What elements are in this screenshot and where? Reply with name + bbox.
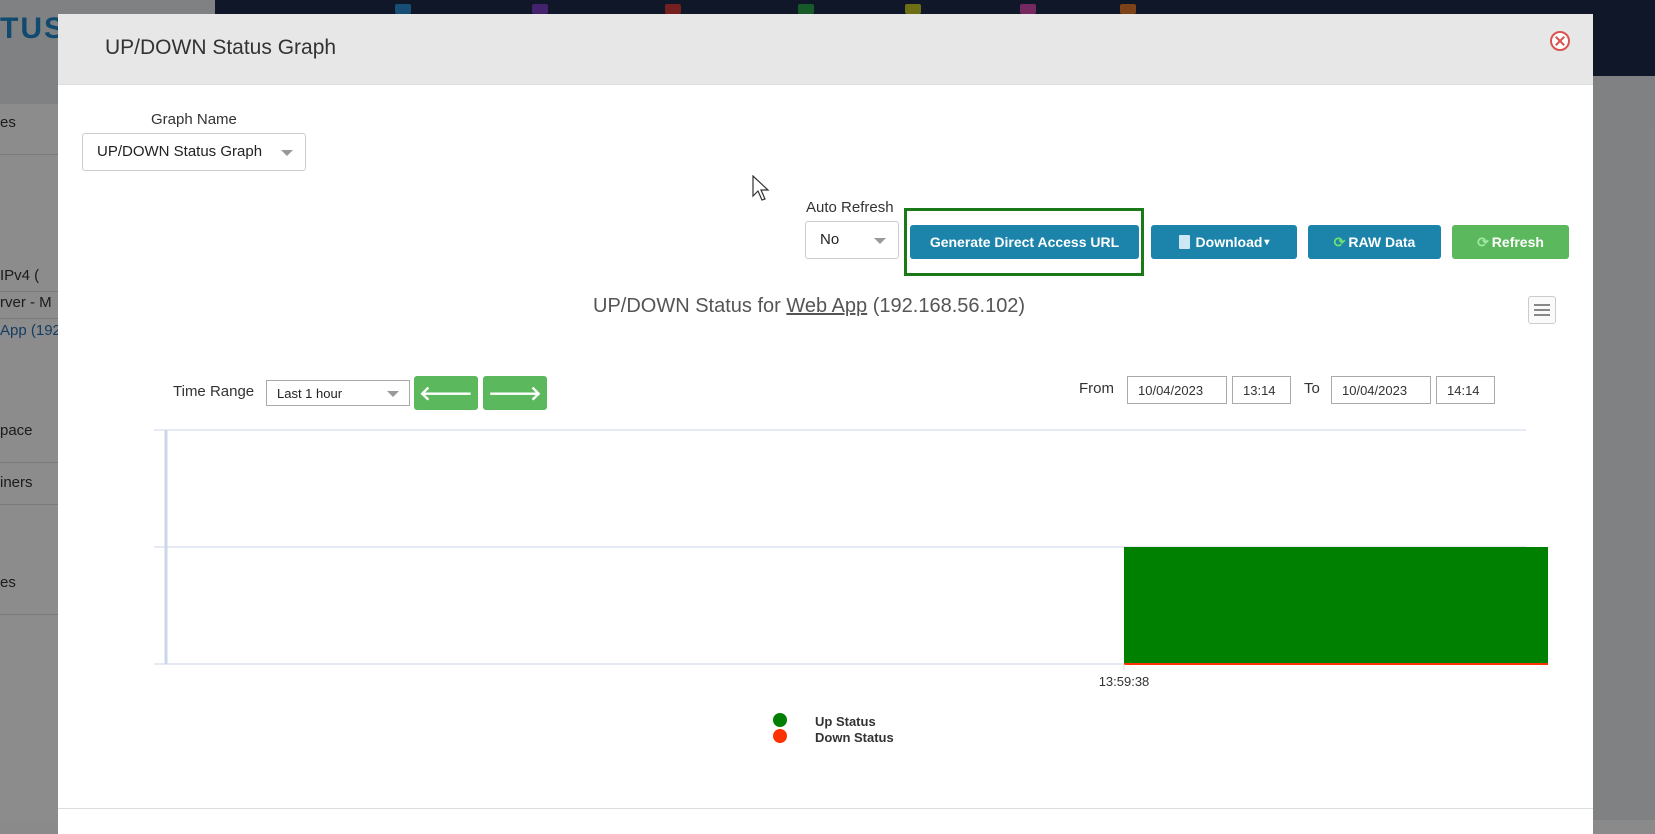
previous-range-button[interactable]: 🡐 bbox=[414, 376, 478, 410]
mouse-cursor-icon bbox=[752, 175, 772, 203]
time-range-label: Time Range bbox=[173, 383, 254, 400]
caret-down-icon: ▾ bbox=[1264, 237, 1269, 248]
modal-title: UP/DOWN Status Graph bbox=[105, 36, 336, 60]
to-date-input[interactable]: 10/04/2023 bbox=[1331, 376, 1431, 404]
close-icon[interactable] bbox=[1550, 31, 1570, 51]
modal-footer-divider bbox=[58, 808, 1593, 809]
chevron-down-icon bbox=[281, 150, 293, 156]
to-label: To bbox=[1304, 380, 1320, 397]
arrow-right-icon: 🡒 bbox=[488, 381, 542, 406]
chart-title-prefix: UP/DOWN Status for bbox=[593, 295, 781, 317]
auto-refresh-value: No bbox=[820, 231, 839, 248]
download-label: Download bbox=[1196, 234, 1263, 250]
graph-name-label: Graph Name bbox=[151, 111, 237, 128]
time-range-select[interactable]: Last 1 hour bbox=[266, 380, 410, 406]
generate-url-label: Generate Direct Access URL bbox=[930, 234, 1119, 250]
legend-up-label[interactable]: Up Status bbox=[815, 714, 876, 729]
raw-data-button[interactable]: ⟳ RAW Data bbox=[1308, 225, 1441, 259]
refresh-label: Refresh bbox=[1492, 234, 1544, 250]
download-button[interactable]: Download ▾ bbox=[1151, 225, 1297, 259]
from-label: From bbox=[1079, 380, 1114, 397]
modal-header: UP/DOWN Status Graph bbox=[58, 14, 1593, 85]
refresh-icon: ⟳ bbox=[1477, 234, 1489, 251]
arrow-left-icon: 🡐 bbox=[419, 381, 473, 406]
legend-up-marker bbox=[773, 713, 787, 727]
auto-refresh-label: Auto Refresh bbox=[806, 199, 894, 216]
chart-menu-icon[interactable] bbox=[1528, 296, 1556, 324]
refresh-button[interactable]: ⟳ Refresh bbox=[1452, 225, 1569, 259]
chevron-down-icon bbox=[874, 238, 886, 244]
chevron-down-icon bbox=[387, 391, 399, 397]
time-range-value: Last 1 hour bbox=[277, 386, 342, 401]
chart-title-link[interactable]: Web App bbox=[786, 295, 867, 317]
graph-modal: UP/DOWN Status Graph Graph Name UP/DOWN … bbox=[58, 14, 1593, 834]
generate-url-button[interactable]: Generate Direct Access URL bbox=[910, 225, 1139, 259]
raw-data-label: RAW Data bbox=[1348, 234, 1415, 250]
from-date-input[interactable]: 10/04/2023 bbox=[1127, 376, 1227, 404]
file-icon bbox=[1179, 235, 1190, 249]
refresh-icon: ⟳ bbox=[1334, 234, 1346, 251]
chart-title-suffix: (192.168.56.102) bbox=[873, 295, 1025, 317]
series-area-0 bbox=[1124, 547, 1548, 664]
to-time-input[interactable]: 14:14 bbox=[1436, 376, 1495, 404]
next-range-button[interactable]: 🡒 bbox=[483, 376, 547, 410]
auto-refresh-select[interactable]: No bbox=[805, 221, 899, 259]
legend-down-marker bbox=[773, 729, 787, 743]
chart-title: UP/DOWN Status for Web App (192.168.56.1… bbox=[593, 295, 1025, 318]
status-chart: 13:59:3814:14:48 bbox=[88, 414, 1548, 694]
from-time-input[interactable]: 13:14 bbox=[1232, 376, 1291, 404]
graph-name-select[interactable]: UP/DOWN Status Graph bbox=[82, 133, 306, 171]
legend-down-label[interactable]: Down Status bbox=[815, 730, 894, 745]
x-tick-label: 13:59:38 bbox=[1099, 674, 1150, 689]
graph-name-value: UP/DOWN Status Graph bbox=[97, 143, 262, 160]
